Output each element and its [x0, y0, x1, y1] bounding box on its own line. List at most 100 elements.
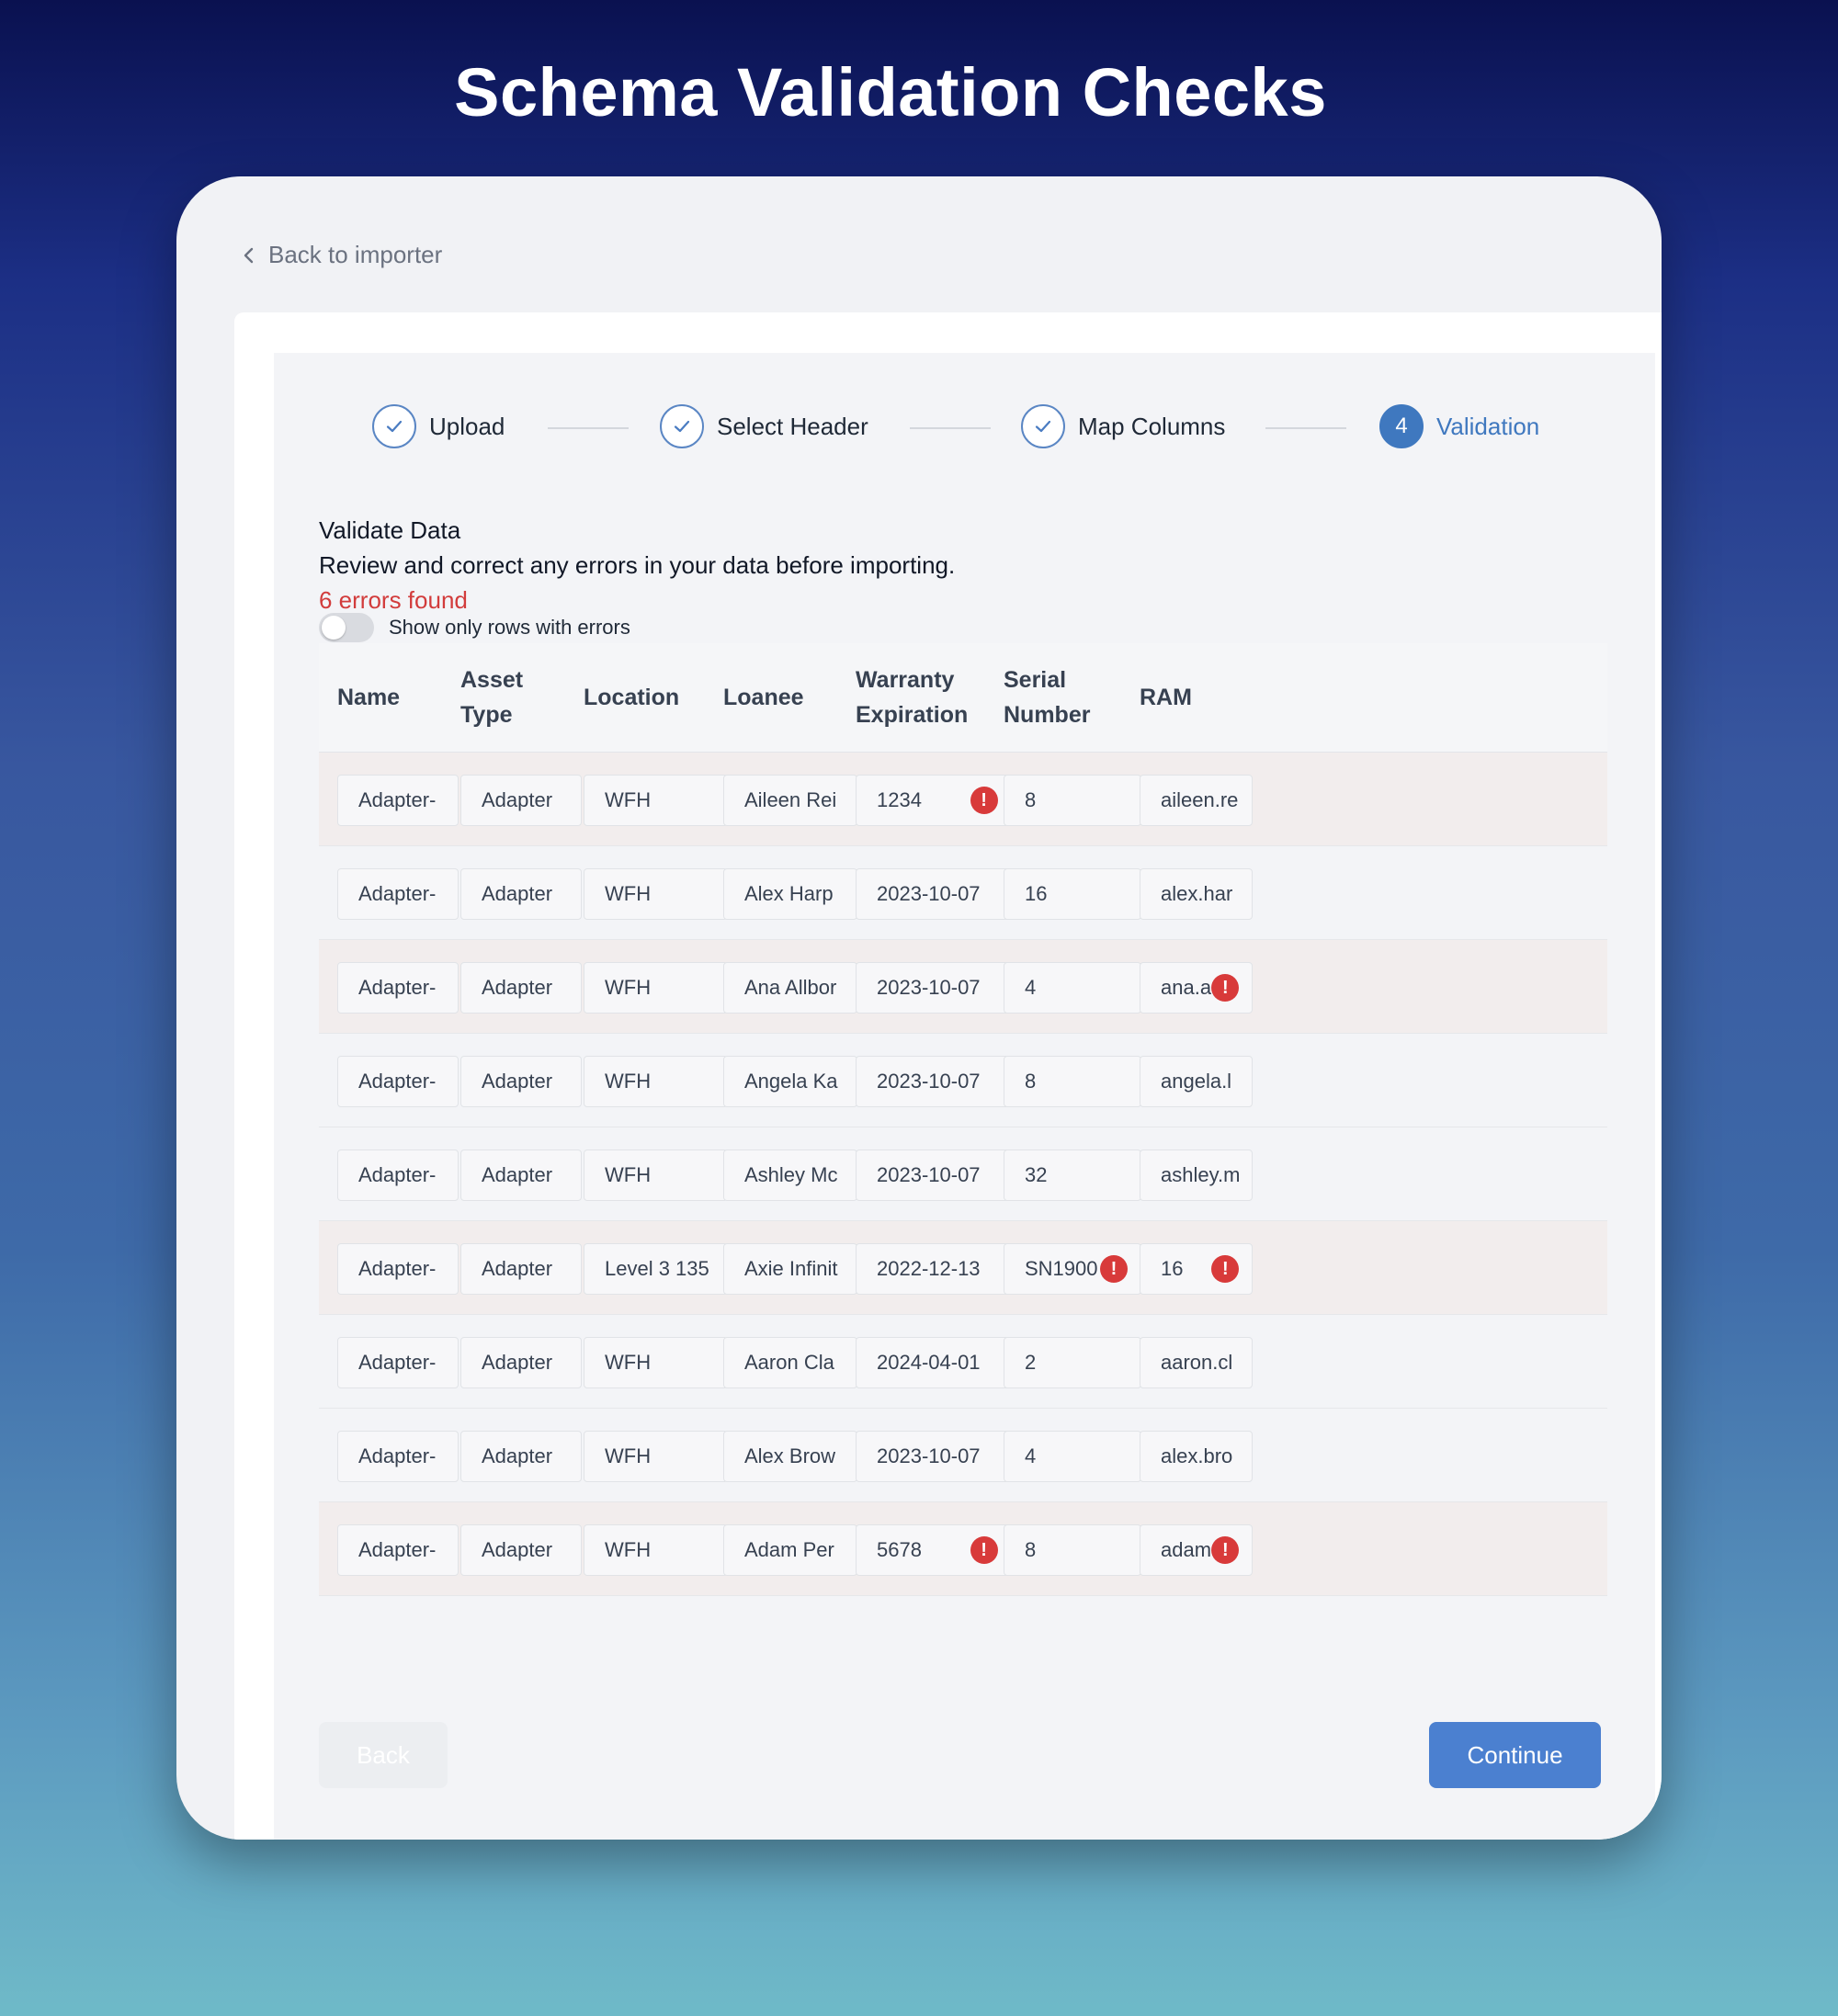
table-cell-input[interactable]: Adapter-: [337, 1056, 459, 1107]
cell-value: Aaron Cla: [744, 1351, 834, 1374]
table-cell-input[interactable]: 4: [1004, 962, 1141, 1014]
step-validation[interactable]: 4 Validation: [1379, 404, 1539, 448]
continue-button[interactable]: Continue: [1429, 1722, 1601, 1788]
step-select-header[interactable]: Select Header: [660, 404, 868, 448]
table-cell-input[interactable]: Adapter: [460, 775, 582, 826]
table-cell-input[interactable]: 2024-04-01: [856, 1337, 1012, 1388]
table-cell-input[interactable]: 2022-12-13: [856, 1243, 1012, 1295]
check-icon: [372, 404, 416, 448]
toggle-label: Show only rows with errors: [389, 616, 630, 639]
table-cell-input[interactable]: Aaron Cla: [723, 1337, 857, 1388]
step-upload[interactable]: Upload: [372, 404, 505, 448]
cell-value: 4: [1025, 976, 1037, 999]
table-cell-input[interactable]: SN1900!: [1004, 1243, 1141, 1295]
table-cell-input[interactable]: Adapter: [460, 1524, 582, 1576]
exclamation-icon[interactable]: !: [1211, 1536, 1240, 1564]
table-cell-input[interactable]: WFH: [584, 1056, 729, 1107]
table-cell-input[interactable]: 16: [1004, 868, 1141, 920]
errors-only-toggle[interactable]: [319, 613, 374, 642]
table-cell-input[interactable]: Adapter-: [337, 1337, 459, 1388]
table-cell-input[interactable]: Adapter-: [337, 1431, 459, 1482]
table-cell-input[interactable]: Adapter-: [337, 1150, 459, 1201]
table-cell-input[interactable]: Adapter: [460, 868, 582, 920]
table-cell-input[interactable]: WFH: [584, 775, 729, 826]
table-cell-input[interactable]: aileen.re: [1140, 775, 1254, 826]
table-cell-input[interactable]: Ana Allbor: [723, 962, 857, 1014]
table-cell-input[interactable]: 2023-10-07: [856, 868, 1012, 920]
table-cell-input[interactable]: WFH: [584, 1524, 729, 1576]
table-cell-input[interactable]: WFH: [584, 868, 729, 920]
table-cell-input[interactable]: Alex Harp: [723, 868, 857, 920]
cell-value: 2023-10-07: [877, 1070, 981, 1093]
table-cell-input[interactable]: Adapter-: [337, 1243, 459, 1295]
table-cell-input[interactable]: Adapter: [460, 1150, 582, 1201]
section-title: Validate Data: [319, 516, 461, 544]
table-cell-input[interactable]: Alex Brow: [723, 1431, 857, 1482]
table-cell-input[interactable]: 2: [1004, 1337, 1141, 1388]
table-cell-input[interactable]: Ashley Mc: [723, 1150, 857, 1201]
step-number-badge: 4: [1379, 404, 1424, 448]
table-cell-input[interactable]: Adapter: [460, 1243, 582, 1295]
stepper: Upload Select Header Map Columns 4 Valid…: [274, 353, 1655, 463]
table-cell-input[interactable]: 2023-10-07: [856, 962, 1012, 1014]
table-cell-input[interactable]: 8: [1004, 1056, 1141, 1107]
step-map-columns[interactable]: Map Columns: [1021, 404, 1225, 448]
table-cell-input[interactable]: Adapter-: [337, 962, 459, 1014]
table-cell-input[interactable]: Adapter: [460, 1056, 582, 1107]
cell-value: aaron.cl: [1161, 1351, 1233, 1374]
table-cell-input[interactable]: 8: [1004, 1524, 1141, 1576]
back-button[interactable]: Back: [319, 1722, 448, 1788]
cell-value: WFH: [605, 1351, 652, 1374]
cell-value: 2023-10-07: [877, 976, 981, 999]
table-cell-input[interactable]: WFH: [584, 1337, 729, 1388]
table-cell-input[interactable]: 8: [1004, 775, 1141, 826]
table-header: Name Asset Type Location Loanee Warranty Exp…: [319, 643, 1607, 753]
table-cell-input[interactable]: alex.har: [1140, 868, 1254, 920]
table-cell-input[interactable]: Adapter: [460, 1431, 582, 1482]
table-cell-input[interactable]: ana.a!: [1140, 962, 1254, 1014]
cell-value: 2023-10-07: [877, 1444, 981, 1467]
table-cell-input[interactable]: ashley.m: [1140, 1150, 1254, 1201]
validation-panel: Upload Select Header Map Columns 4 Valid…: [274, 353, 1655, 1840]
table-cell-input[interactable]: 2023-10-07: [856, 1150, 1012, 1201]
table-cell-input[interactable]: Adapter: [460, 1337, 582, 1388]
table-cell-input[interactable]: 32: [1004, 1150, 1141, 1201]
exclamation-icon[interactable]: !: [970, 1536, 998, 1564]
table-cell-input[interactable]: Level 3 135: [584, 1243, 729, 1295]
exclamation-icon[interactable]: !: [1100, 1255, 1128, 1283]
cell-value: Ashley Mc: [744, 1163, 838, 1186]
table-cell-input[interactable]: 2023-10-07: [856, 1431, 1012, 1482]
table-cell-input[interactable]: adam!: [1140, 1524, 1254, 1576]
table-cell-input[interactable]: Adapter-: [337, 775, 459, 826]
table-cell-input[interactable]: Aileen Rei: [723, 775, 857, 826]
table-cell-input[interactable]: 2023-10-07: [856, 1056, 1012, 1107]
exclamation-icon[interactable]: !: [970, 787, 998, 814]
table-cell-input[interactable]: 1234!: [856, 775, 1012, 826]
cell-value: ashley.m: [1161, 1163, 1241, 1186]
table-cell-input[interactable]: angela.l: [1140, 1056, 1254, 1107]
cell-value: Alex Harp: [744, 882, 834, 905]
table-cell-input[interactable]: WFH: [584, 962, 729, 1014]
table-cell-input[interactable]: alex.bro: [1140, 1431, 1254, 1482]
table-cell-input[interactable]: Adapter-: [337, 1524, 459, 1576]
table-cell-input[interactable]: WFH: [584, 1431, 729, 1482]
table-cell-input[interactable]: aaron.cl: [1140, 1337, 1254, 1388]
table-cell-input[interactable]: Axie Infinit: [723, 1243, 857, 1295]
cell-value: Adapter: [482, 788, 553, 811]
back-to-importer-link[interactable]: Back to importer: [239, 241, 442, 269]
table-cell-input[interactable]: Angela Ka: [723, 1056, 857, 1107]
table-cell-input[interactable]: Adam Per: [723, 1524, 857, 1576]
table-body: Adapter- Adapter WFH Aileen Rei 1234! 8 aileen…: [319, 753, 1607, 1596]
table-cell-input[interactable]: 16!: [1140, 1243, 1254, 1295]
cell-value: Adapter-: [358, 1444, 437, 1467]
table-cell-input[interactable]: 5678!: [856, 1524, 1012, 1576]
exclamation-icon[interactable]: !: [1211, 974, 1240, 1002]
chevron-left-icon: [244, 247, 254, 263]
cell-value: alex.har: [1161, 882, 1233, 905]
table-cell-input[interactable]: WFH: [584, 1150, 729, 1201]
table-cell-input[interactable]: Adapter: [460, 962, 582, 1014]
exclamation-icon[interactable]: !: [1211, 1255, 1240, 1283]
table-cell-input[interactable]: Adapter-: [337, 868, 459, 920]
table-cell-input[interactable]: 4: [1004, 1431, 1141, 1482]
step-connector: [1265, 427, 1346, 429]
